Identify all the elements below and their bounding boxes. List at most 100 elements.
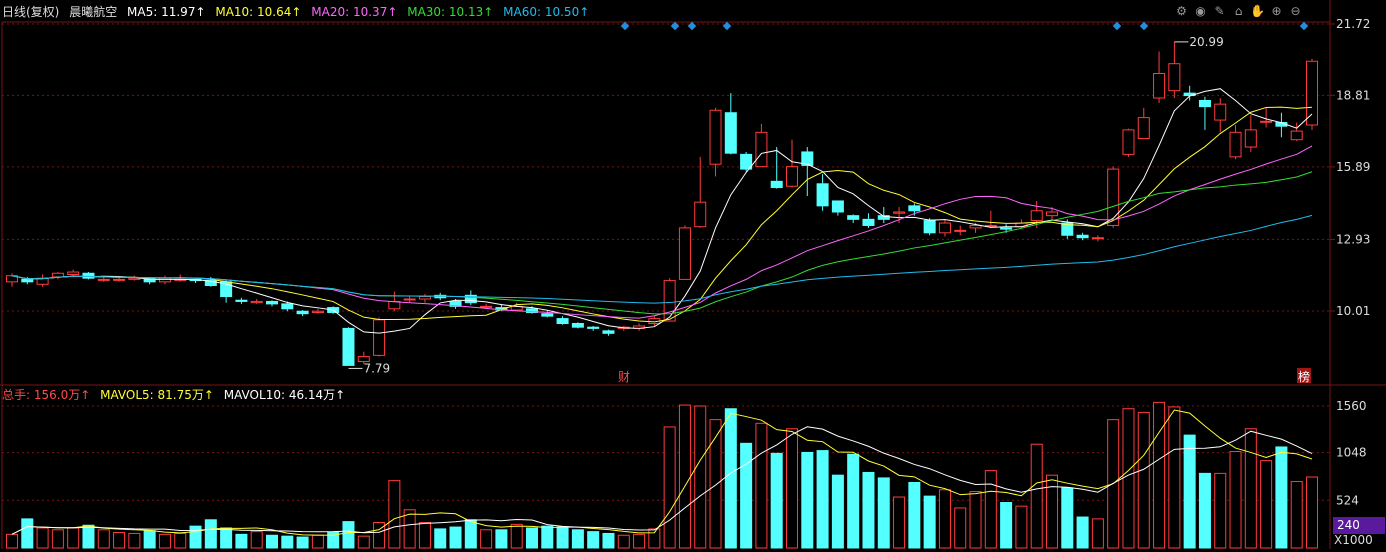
volume-bar-up (480, 529, 493, 549)
candle-up (1168, 63, 1181, 92)
volume-bar-up (633, 533, 646, 549)
candle-down (21, 278, 34, 283)
candle-up (403, 298, 416, 301)
volume-bar-down (464, 519, 477, 549)
volume-bar-up (67, 527, 80, 549)
volume-bar-down (21, 518, 34, 549)
ma5-label: MA5: 11.97↑ (127, 5, 206, 19)
candle-up (663, 280, 676, 322)
volume-bar-down (602, 532, 615, 549)
high-annotation-label: 20.99 (1189, 35, 1223, 49)
volume-bar-up (97, 529, 110, 549)
volume-bar-down (189, 525, 202, 549)
pen-icon[interactable]: ✎ (1212, 3, 1227, 19)
volume-bar-down (1061, 487, 1074, 549)
candle-up (1290, 130, 1303, 141)
candle-down (923, 220, 936, 234)
volume-bar-down (862, 471, 875, 549)
candle-up (893, 211, 906, 214)
event-marker-diamond (1139, 21, 1149, 31)
volume-bar-down (235, 533, 248, 549)
chart-header: 日线(复权) 晨曦航空 MA5: 11.97↑ MA10: 10.64↑ MA2… (2, 3, 595, 21)
candle-down (1000, 227, 1013, 230)
volume-cursor-badge: 240 (1333, 517, 1385, 534)
candle-down (847, 215, 860, 220)
volume-bar-down (816, 450, 829, 549)
price-tick-label: 18.81 (1336, 88, 1370, 102)
price-tick-label: 15.89 (1336, 160, 1370, 174)
volume-bar-down (204, 519, 217, 549)
volume-bar-down (495, 529, 508, 549)
candle-up (250, 300, 263, 304)
volume-bar-down (908, 481, 921, 549)
volume-bar-up (5, 533, 19, 549)
candle-up (1122, 129, 1135, 155)
candle-up (678, 227, 691, 280)
zoom-out-icon[interactable]: ⊖ (1288, 3, 1303, 19)
volume-bar-up (128, 532, 141, 549)
candle-up (709, 109, 722, 165)
candle-up (388, 300, 401, 310)
volume-bar-up (388, 480, 401, 549)
settings-icon[interactable]: ⚙ (1174, 3, 1189, 19)
volume-bar-down (923, 495, 936, 549)
volume-bar-up (1260, 460, 1273, 549)
store-icon[interactable]: ⌂ (1231, 3, 1246, 19)
volume-tick-label: 1560 (1336, 399, 1367, 413)
volume-bar-down (449, 526, 462, 549)
hand-icon[interactable]: ✋ (1250, 3, 1265, 19)
volume-bar-up (1137, 411, 1150, 549)
stock-name: 晨曦航空 (69, 5, 118, 19)
event-marker-diamond (1112, 21, 1122, 31)
volume-bar-up (418, 522, 431, 549)
candle-up (1137, 117, 1150, 139)
volume-bar-down (342, 521, 355, 549)
candle-up (1260, 120, 1273, 123)
volume-bar-up (1290, 481, 1303, 549)
candle-up (418, 296, 431, 300)
kline-chart[interactable]: 21.72 18.81 15.89 12.93 10.01 1560 1048 524 20.9… (0, 0, 1386, 549)
volume-bar-up (648, 528, 661, 549)
candle-up (1153, 73, 1166, 99)
volume-bar-up (617, 534, 630, 549)
volume-tick-label: 1048 (1336, 446, 1367, 460)
volume-bar-up (51, 529, 64, 549)
event-label-bang: 榜 (1298, 369, 1310, 384)
candle-up (1229, 131, 1242, 158)
volume-bar-down (1198, 472, 1211, 549)
volume-header: 总手: 156.0万↑ MAVOL5: 81.75万↑ MAVOL10: 46.… (2, 386, 351, 404)
candle-down (831, 200, 844, 213)
volume-unit-label: X1000 (1334, 533, 1373, 547)
volume-bar-up (678, 404, 691, 549)
volume-tick-label: 524 (1336, 493, 1359, 507)
chart-canvas: 21.72 18.81 15.89 12.93 10.01 1560 1048 524 20.9… (0, 0, 1386, 549)
candle-down (862, 218, 875, 226)
volume-bar-up (969, 491, 982, 549)
zoom-in-icon[interactable]: ⊕ (1269, 3, 1284, 19)
candle-down (571, 322, 584, 328)
candle-up (373, 319, 386, 356)
low-annotation-label: 7.79 (363, 361, 390, 375)
mavol10-label: MAVOL10: 46.14万↑ (223, 388, 346, 402)
eye-icon[interactable]: ◉ (1193, 3, 1208, 19)
period-label[interactable]: 日线(复权) (2, 5, 59, 19)
candle-down (82, 272, 95, 279)
volume-bar-up (1015, 505, 1028, 549)
candle-up (1045, 211, 1059, 217)
candle-down (908, 205, 921, 212)
volume-bar-up (357, 535, 370, 549)
candle-up (755, 131, 768, 168)
volume-bar-up (250, 531, 263, 549)
candle-up (694, 201, 707, 228)
event-marker-diamond (620, 21, 630, 31)
volume-bar-up (938, 489, 951, 549)
volume-bar-up (709, 419, 722, 549)
event-marker-diamond (670, 21, 680, 31)
volume-bar-down (541, 525, 554, 549)
candle-down (587, 326, 600, 329)
ma60-label: MA60: 10.50↑ (503, 5, 590, 19)
volume-bar-up (510, 523, 523, 549)
volume-bar-down (724, 408, 737, 549)
volume-bar-down (143, 530, 156, 549)
candle-up (1244, 129, 1257, 148)
